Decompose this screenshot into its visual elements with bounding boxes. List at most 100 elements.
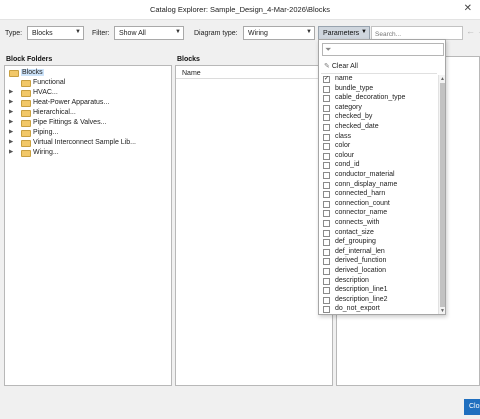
parameter-label: connects_with: [335, 219, 380, 226]
chevron-down-icon: ▼: [306, 29, 312, 35]
tree-item-label: Heat-Power Apparatus...: [33, 99, 110, 106]
parameter-checkbox[interactable]: [323, 268, 330, 275]
tree-item-label: Hierarchical...: [33, 109, 76, 116]
tree-item-label: HVAC...: [33, 89, 58, 96]
tree-item-label: Blocks: [21, 69, 44, 76]
expand-arrow-icon[interactable]: ▶: [9, 129, 13, 135]
expand-arrow-icon[interactable]: ▶: [9, 149, 13, 155]
window-title: Catalog Explorer: Sample_Design_4-Mar-20…: [149, 5, 331, 14]
tree-item-virtual-interconnect[interactable]: ▶ Virtual Interconnect Sample Lib...: [5, 139, 165, 149]
parameter-checkbox[interactable]: ✓: [323, 76, 330, 83]
parameter-checkbox[interactable]: [323, 162, 330, 170]
column-header-name[interactable]: Name: [176, 67, 331, 79]
parameter-checkbox[interactable]: [323, 287, 330, 295]
parameter-checkbox[interactable]: [323, 277, 330, 285]
divider: [321, 73, 437, 74]
block-folders-title: Block Folders: [6, 56, 53, 63]
parameter-label: derived_function: [335, 257, 387, 265]
folder-icon: [21, 100, 31, 107]
parameter-label: cond_id: [335, 161, 360, 169]
folder-icon: [21, 80, 31, 87]
parameter-label: category: [335, 103, 362, 111]
parameter-checkbox[interactable]: [323, 114, 330, 122]
close-icon[interactable]: ✕: [464, 3, 472, 14]
diagram-type-label: Diagram type:: [194, 30, 238, 37]
parameter-checkbox[interactable]: [323, 306, 330, 314]
tree-item-blocks[interactable]: Blocks: [5, 69, 165, 79]
tree-item-label: Pipe Fittings & Valves...: [33, 119, 107, 126]
folder-icon: [21, 130, 31, 137]
parameter-label: derived_location: [335, 267, 386, 274]
parameter-label: description_line2: [335, 295, 388, 303]
parameter-checkbox[interactable]: [323, 124, 330, 131]
chevron-down-icon: ▼: [75, 29, 81, 35]
tree-item-wiring[interactable]: ▶ Wiring...: [5, 149, 165, 159]
tree-item-pipe-fittings[interactable]: ▶ Pipe Fittings & Valves...: [5, 119, 165, 129]
tree-item-functional[interactable]: Functional: [5, 79, 165, 89]
clear-all-button[interactable]: ✎ Clear All: [324, 62, 358, 70]
parameter-label: connector_name: [335, 209, 388, 217]
tree-item-heat-power[interactable]: ▶ Heat-Power Apparatus...: [5, 99, 165, 109]
type-select[interactable]: Blocks ▼: [27, 26, 84, 40]
parameter-label: conductor_material: [335, 171, 395, 178]
parameters-button[interactable]: Parameters ▼: [318, 26, 370, 40]
parameter-checkbox[interactable]: [323, 296, 330, 304]
expand-arrow-icon[interactable]: ▶: [9, 139, 13, 145]
filter-funnel-icon: ⏷: [325, 45, 332, 54]
parameter-label: checked_by: [335, 113, 373, 121]
folder-icon: [21, 90, 31, 97]
parameter-checkbox[interactable]: [323, 210, 330, 218]
tree-item-hvac[interactable]: ▶ HVAC...: [5, 89, 165, 99]
tree-item-label: Functional: [33, 79, 66, 86]
expand-arrow-icon[interactable]: ▶: [9, 119, 13, 125]
parameter-checkbox[interactable]: [323, 200, 330, 208]
parameter-checkbox[interactable]: [323, 220, 330, 227]
tree-item-hierarchical[interactable]: ▶ Hierarchical...: [5, 109, 165, 119]
tree-item-piping[interactable]: ▶ Piping...: [5, 129, 165, 139]
parameter-label: bundle_type: [335, 84, 374, 92]
expand-arrow-icon[interactable]: ▶: [9, 109, 13, 115]
parameter-checkbox[interactable]: [323, 152, 330, 160]
parameter-checkbox[interactable]: [323, 143, 330, 151]
back-arrow-icon[interactable]: ←: [466, 27, 475, 36]
parameter-checkbox[interactable]: [323, 133, 330, 141]
parameter-label: class: [335, 132, 351, 140]
parameter-checkbox[interactable]: [323, 104, 330, 112]
parameter-label: name: [335, 75, 353, 82]
tree-item-label: Piping...: [33, 129, 59, 136]
tree-item-label: Wiring...: [33, 149, 59, 156]
type-select-value: Blocks: [32, 30, 53, 37]
expand-arrow-icon[interactable]: ▶: [9, 89, 13, 95]
parameter-checkbox[interactable]: [323, 248, 330, 256]
diagram-type-select[interactable]: Wiring ▼: [243, 26, 315, 40]
parameter-label: def_internal_len: [335, 247, 385, 255]
scroll-down-icon[interactable]: ▼: [440, 308, 445, 314]
folder-open-icon: [9, 70, 19, 77]
parameter-filter-input[interactable]: ⏷: [322, 43, 444, 56]
vertical-scrollbar[interactable]: ▲ ▼: [438, 75, 445, 314]
type-label: Type:: [5, 30, 23, 37]
folder-icon: [21, 120, 31, 127]
clear-all-label: Clear All: [331, 63, 358, 70]
parameter-checkbox[interactable]: [323, 239, 330, 247]
parameter-checkbox[interactable]: [323, 191, 330, 199]
parameter-checkbox[interactable]: [323, 229, 330, 237]
scrollbar-thumb[interactable]: [440, 83, 445, 307]
parameter-checkbox[interactable]: [323, 181, 330, 189]
expand-arrow-icon[interactable]: ▶: [9, 99, 13, 105]
block-folders-tree: Blocks Functional ▶ HVAC... ▶ Heat-Power…: [4, 65, 172, 386]
parameter-checkbox[interactable]: [323, 95, 330, 103]
parameter-checkbox[interactable]: [323, 85, 330, 93]
search-input[interactable]: [371, 26, 463, 40]
parameter-checkbox[interactable]: [323, 172, 330, 179]
filter-label: Filter:: [92, 30, 110, 37]
blocks-list: [175, 65, 333, 386]
scroll-up-icon[interactable]: ▲: [440, 76, 445, 82]
chevron-down-icon: ▼: [175, 29, 181, 35]
filter-select[interactable]: Show All ▼: [114, 26, 184, 40]
parameter-label: color: [335, 142, 351, 150]
folder-icon: [21, 150, 31, 157]
parameter-checkbox[interactable]: [323, 258, 330, 266]
close-button[interactable]: Close: [464, 399, 480, 415]
diagram-type-value: Wiring: [248, 30, 268, 37]
